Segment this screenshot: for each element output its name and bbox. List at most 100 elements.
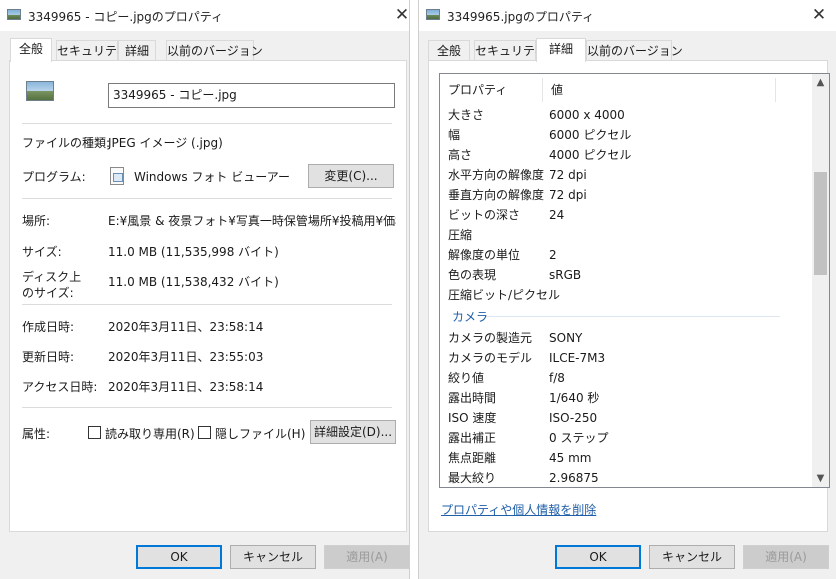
vertical-scrollbar[interactable]: ▲ ▼ [812,74,829,487]
tab-previous-versions[interactable]: 以前のバージョン [586,40,683,61]
property-row[interactable]: 絞り値 f/8 [448,368,788,388]
divider [22,407,392,408]
divider [22,198,392,199]
tab-security[interactable]: セキュリティ [56,40,128,61]
property-name: カメラのモデル [448,351,533,365]
property-row[interactable]: カメラのモデル ILCE-7M3 [448,348,788,368]
property-name: 水平方向の解像度 [448,168,545,182]
property-name: 最大絞り [448,471,497,485]
column-divider [542,78,543,102]
size-label: サイズ: [22,245,62,259]
property-row[interactable]: 解像度の単位 2 [448,245,788,265]
created-value: 2020年3月11日、23:58:14 [108,320,264,334]
file-type-value: JPEG イメージ (.jpg) [108,136,223,150]
group-header-camera: カメラ [452,310,489,324]
property-row[interactable]: 水平方向の解像度 72 dpi [448,165,788,185]
property-name: 露出補正 [448,431,497,445]
filename-field[interactable]: 3349965 - コピー.jpg [108,83,395,108]
close-icon[interactable]: ✕ [807,4,831,26]
property-name: 圧縮ビット/ピクセル [448,288,561,302]
change-button[interactable]: 変更(C)... [308,164,394,188]
location-label: 場所: [22,214,51,228]
property-value: 4000 ピクセル [549,148,632,162]
cancel-button[interactable]: キャンセル [649,545,735,569]
general-panel: 3349965 - コピー.jpg ファイルの種類: JPEG イメージ (.j… [9,60,407,532]
property-value: f/8 [549,371,565,385]
property-row[interactable]: 垂直方向の解像度 72 dpi [448,185,788,205]
property-row[interactable]: 幅 6000 ピクセル [448,125,788,145]
property-value: ISO-250 [549,411,598,425]
property-value: 2.96875 [549,471,599,485]
property-row[interactable]: カメラの製造元 SONY [448,328,788,348]
location-value: E:¥風景 & 夜景フォト¥写真一時保管場所¥投稿用¥価格 C [108,214,396,228]
property-name: 垂直方向の解像度 [448,188,545,202]
hidden-checkbox[interactable] [198,426,211,439]
tab-bar: 全般 セキュリティ 詳細 以前のバージョン [419,31,836,62]
property-name: ISO 速度 [448,411,497,425]
tab-details[interactable]: 詳細 [536,38,586,62]
properties-window-details: 3349965.jpgのプロパティ ✕ 全般 セキュリティ 詳細 以前のバージョ… [418,0,836,579]
disk-size-label-line2: のサイズ: [22,286,74,300]
property-row[interactable]: ビットの深さ 24 [448,205,788,225]
property-row[interactable]: 圧縮ビット/ピクセル [448,285,788,305]
advanced-button[interactable]: 詳細設定(D)... [310,420,396,444]
tab-general[interactable]: 全般 [428,40,470,61]
remove-properties-link[interactable]: プロパティや個人情報を削除 [441,501,596,518]
property-row[interactable]: 高さ 4000 ピクセル [448,145,788,165]
cancel-button[interactable]: キャンセル [230,545,316,569]
ok-button[interactable]: OK [136,545,222,569]
readonly-checkbox[interactable] [88,426,101,439]
column-header-property[interactable]: プロパティ [448,81,507,98]
scrollbar-thumb[interactable] [814,172,827,275]
property-row[interactable]: 圧縮 [448,225,788,245]
property-name: 色の表現 [448,268,497,282]
property-name: 大きさ [448,108,485,122]
image-file-icon [426,9,440,20]
property-row[interactable]: 露出補正 0 ステップ [448,428,788,448]
property-name: 絞り値 [448,371,485,385]
property-name: 露出時間 [448,391,497,405]
property-value: 24 [549,208,565,222]
title-bar[interactable]: 3349965.jpgのプロパティ ✕ [419,0,836,31]
property-list[interactable]: プロパティ 値 大きさ 6000 x 4000 幅 6000 ピクセル 高さ 4000 ピ… [439,73,830,488]
property-row[interactable]: 焦点距離 45 mm [448,448,788,468]
tab-details[interactable]: 詳細 [118,40,156,61]
properties-window-general: 3349965 - コピー.jpgのプロパティ ✕ 全般 セキュリティ 詳細 以… [0,0,410,579]
tab-bar: 全般 セキュリティ 詳細 以前のバージョン [0,31,409,62]
divider [22,123,392,124]
property-value: ILCE-7M3 [549,351,606,365]
property-row[interactable]: ISO 速度 ISO-250 [448,408,788,428]
property-name: 解像度の単位 [448,248,521,262]
scroll-down-icon[interactable]: ▼ [812,470,829,487]
scroll-up-icon[interactable]: ▲ [812,74,829,91]
apply-button[interactable]: 適用(A) [324,545,410,569]
property-value: 2 [549,248,557,262]
desktop-gap [410,0,418,579]
property-value: 6000 ピクセル [549,128,632,142]
tab-general[interactable]: 全般 [10,38,52,62]
ok-button[interactable]: OK [555,545,641,569]
column-divider [775,78,776,102]
property-value: 6000 x 4000 [549,108,625,122]
tab-previous-versions[interactable]: 以前のバージョン [166,40,263,61]
window-title: 3349965 - コピー.jpgのプロパティ [28,10,224,24]
property-name: カメラの製造元 [448,331,533,345]
photo-viewer-icon [110,167,124,185]
property-value: 0 ステップ [549,431,609,445]
apply-button[interactable]: 適用(A) [743,545,829,569]
property-value: 45 mm [549,451,592,465]
created-label: 作成日時: [22,320,75,334]
divider [22,304,392,305]
readonly-label[interactable]: 読み取り専用(R) [105,425,195,442]
hidden-label[interactable]: 隠しファイル(H) [215,425,305,442]
title-bar[interactable]: 3349965 - コピー.jpgのプロパティ ✕ [0,0,409,31]
tab-security[interactable]: セキュリティ [474,40,546,61]
property-row[interactable]: 色の表現 sRGB [448,265,788,285]
property-row[interactable]: 最大絞り 2.96875 [448,468,788,487]
program-value: Windows フォト ビューアー [134,170,290,184]
property-row[interactable]: 露出時間 1/640 秒 [448,388,788,408]
property-value: sRGB [549,268,582,282]
property-row[interactable]: 大きさ 6000 x 4000 [448,105,788,125]
window-title: 3349965.jpgのプロパティ [447,10,595,24]
column-header-value[interactable]: 値 [551,81,563,98]
